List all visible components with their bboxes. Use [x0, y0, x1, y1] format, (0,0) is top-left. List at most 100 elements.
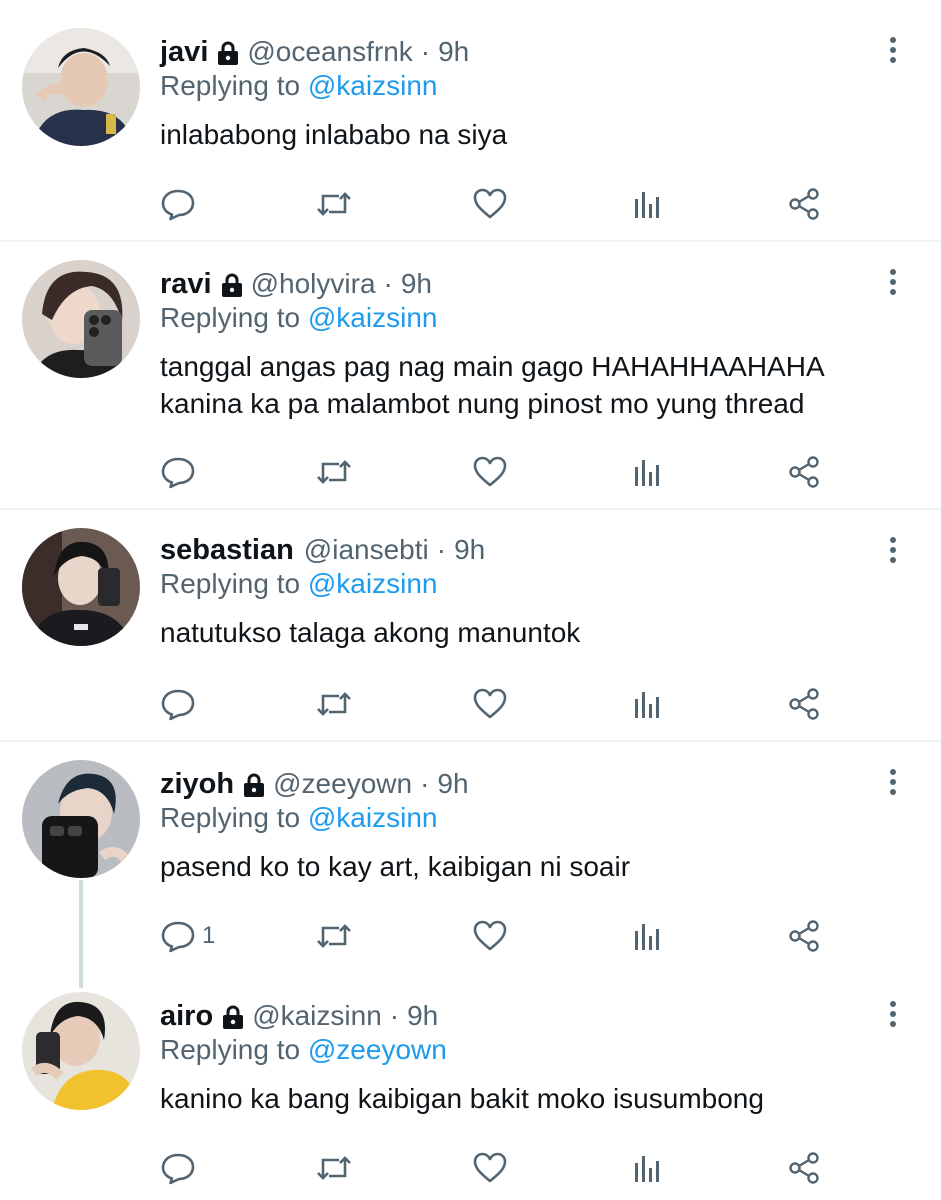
more-button[interactable]	[881, 266, 905, 302]
tweet-text-line: tanggal angas pag nag main gago HAHAHHAA…	[160, 351, 825, 382]
tweet-text: natutukso talaga akong manuntok	[160, 614, 901, 651]
more-button[interactable]	[881, 34, 905, 70]
retweet-icon	[316, 918, 352, 954]
action-bar	[160, 450, 840, 494]
tweet-text-line: natutukso talaga akong manuntok	[160, 617, 581, 648]
reply-button[interactable]	[160, 682, 202, 726]
timestamp[interactable]: 9h	[454, 534, 485, 566]
action-bar	[160, 182, 840, 226]
share-button[interactable]	[786, 914, 822, 958]
reply-button[interactable]	[160, 1146, 202, 1190]
share-button[interactable]	[786, 450, 822, 494]
user-handle[interactable]: @holyvira	[251, 268, 376, 300]
views-button[interactable]	[630, 182, 666, 226]
user-handle[interactable]: @oceansfrnk	[247, 36, 412, 68]
replying-to: Replying to @kaizsinn	[160, 68, 901, 104]
share-button[interactable]	[786, 182, 822, 226]
retweet-button[interactable]	[316, 450, 352, 494]
replying-to-label: Replying to	[160, 70, 301, 101]
display-name[interactable]: ziyoh	[160, 768, 234, 801]
tweet-text-line: kanino ka bang kaibigan bakit moko isusu…	[160, 1083, 764, 1114]
views-button[interactable]	[630, 914, 666, 958]
mention-link[interactable]: @kaizsinn	[308, 568, 438, 599]
user-handle[interactable]: @zeeyown	[273, 768, 412, 800]
action-bar	[160, 1146, 840, 1190]
lock-icon	[243, 772, 265, 797]
share-button[interactable]	[786, 682, 822, 726]
replying-to: Replying to @zeeyown	[160, 1032, 901, 1068]
retweet-button[interactable]	[316, 1146, 352, 1190]
mention-link[interactable]: @kaizsinn	[308, 302, 438, 333]
retweet-icon	[316, 686, 352, 722]
user-handle[interactable]: @kaizsinn	[252, 1000, 382, 1032]
user-handle[interactable]: @iansebti	[304, 534, 429, 566]
views-icon	[630, 918, 666, 954]
reply-count: 1	[202, 922, 216, 949]
timestamp[interactable]: 9h	[438, 36, 469, 68]
display-name[interactable]: javi	[160, 36, 208, 69]
views-button[interactable]	[630, 1146, 666, 1190]
views-icon	[630, 454, 666, 490]
heart-icon	[472, 454, 508, 490]
avatar[interactable]	[22, 992, 140, 1110]
reply-button[interactable]: 1	[160, 914, 215, 958]
lock-icon	[217, 40, 239, 65]
views-button[interactable]	[630, 682, 666, 726]
tweet-text-line: kanina ka pa malambot nung pinost mo yun…	[160, 388, 805, 419]
lock-icon	[222, 1004, 244, 1029]
like-button[interactable]	[472, 682, 508, 726]
views-icon	[630, 186, 666, 222]
share-button[interactable]	[786, 1146, 822, 1190]
timestamp[interactable]: 9h	[401, 268, 432, 300]
separator-dot: ·	[420, 36, 431, 67]
tweet[interactable]: airo @kaizsinn · 9h Replying to @zeeyown…	[0, 982, 941, 1200]
retweet-icon	[316, 454, 352, 490]
heart-icon	[472, 186, 508, 222]
tweet[interactable]: sebastian @iansebti · 9h Replying to @ka…	[0, 510, 941, 740]
like-button[interactable]	[472, 1146, 508, 1190]
reply-button[interactable]	[160, 182, 202, 226]
tweet-header: javi @oceansfrnk · 9h	[160, 32, 901, 72]
avatar[interactable]	[22, 528, 140, 646]
separator-dot: ·	[436, 534, 447, 565]
retweet-icon	[316, 186, 352, 222]
display-name[interactable]: sebastian	[160, 534, 294, 567]
display-name[interactable]: airo	[160, 1000, 213, 1033]
mention-link[interactable]: @kaizsinn	[308, 70, 438, 101]
tweet-text: kanino ka bang kaibigan bakit moko isusu…	[160, 1080, 901, 1117]
like-button[interactable]	[472, 182, 508, 226]
views-button[interactable]	[630, 450, 666, 494]
like-button[interactable]	[472, 450, 508, 494]
avatar[interactable]	[22, 260, 140, 378]
more-button[interactable]	[881, 534, 905, 570]
replying-to: Replying to @kaizsinn	[160, 300, 901, 336]
timestamp[interactable]: 9h	[407, 1000, 438, 1032]
replying-to: Replying to @kaizsinn	[160, 566, 901, 602]
share-icon	[786, 454, 822, 490]
more-vertical-icon	[890, 537, 896, 543]
reply-button[interactable]	[160, 450, 202, 494]
retweet-button[interactable]	[316, 914, 352, 958]
tweet-text-line: pasend ko to kay art, kaibigan ni soair	[160, 851, 631, 882]
mention-link[interactable]: @kaizsinn	[308, 802, 438, 833]
more-vertical-icon	[890, 37, 896, 43]
tweet-header: airo @kaizsinn · 9h	[160, 996, 901, 1036]
tweet-text: inlababong inlababo na siya	[160, 116, 901, 153]
display-name[interactable]: ravi	[160, 268, 212, 301]
replying-to-label: Replying to	[160, 302, 301, 333]
share-icon	[786, 918, 822, 954]
mention-link[interactable]: @zeeyown	[308, 1034, 447, 1065]
more-button[interactable]	[881, 766, 905, 802]
tweet[interactable]: javi @oceansfrnk · 9h Replying to @kaizs…	[0, 0, 941, 240]
replying-to-label: Replying to	[160, 802, 301, 833]
like-button[interactable]	[472, 914, 508, 958]
tweet[interactable]: ravi @holyvira · 9h Replying to @kaizsin…	[0, 242, 941, 508]
tweet[interactable]: ziyoh @zeeyown · 9h Replying to @kaizsin…	[0, 742, 941, 982]
retweet-button[interactable]	[316, 182, 352, 226]
avatar[interactable]	[22, 28, 140, 146]
timestamp[interactable]: 9h	[437, 768, 468, 800]
avatar[interactable]	[22, 760, 140, 878]
reply-icon	[160, 186, 196, 222]
more-button[interactable]	[881, 998, 905, 1034]
retweet-button[interactable]	[316, 682, 352, 726]
